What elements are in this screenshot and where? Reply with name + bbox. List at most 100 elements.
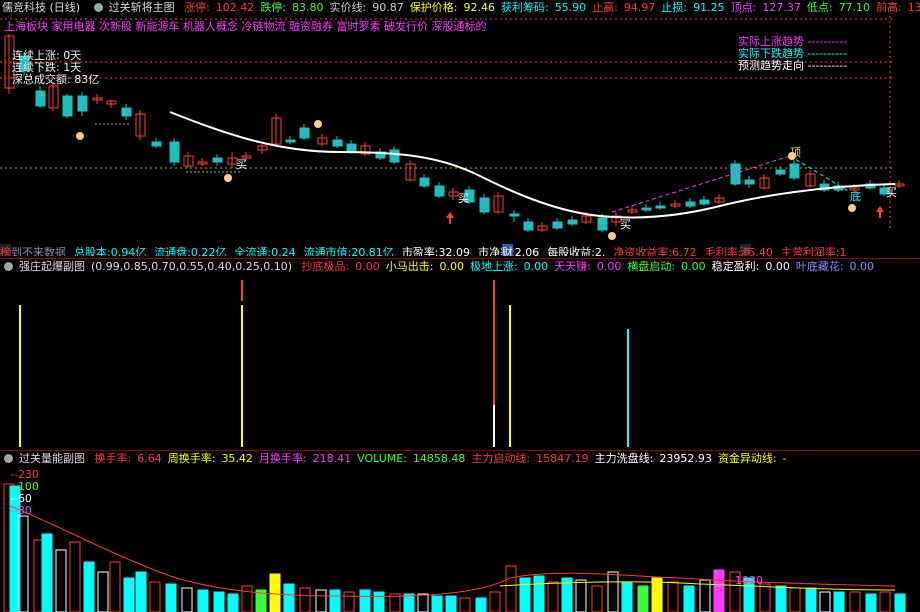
info-item: 总股本:0.94亿	[74, 246, 147, 256]
title-field-label: 顶点:	[730, 1, 757, 14]
volume-bar	[69, 541, 81, 612]
candle	[77, 95, 88, 112]
volume-bar	[489, 591, 501, 612]
sub1-field-value: 0.00	[681, 260, 706, 273]
up-arrow-icon	[876, 206, 884, 218]
title-fields: 涨停: 102.42 跌停: 83.80 实价线: 90.87 保护价格: 92.46 获利筹码…	[184, 1, 920, 14]
info-item: 全流通:0.24	[234, 246, 296, 256]
sub1-field-value: 0.00	[765, 260, 790, 273]
port-marker[interactable]: 港	[740, 244, 751, 256]
hand-pointer-icon	[224, 174, 232, 182]
candle	[121, 107, 132, 117]
candle	[509, 213, 520, 217]
buy-marker: 买	[458, 192, 469, 205]
legend-item: 预测趋势走向 ----------	[738, 59, 848, 72]
title-field-label: 止损:	[661, 1, 688, 14]
candle	[523, 221, 534, 231]
sub1-name[interactable]: 强庄起爆副图	[19, 260, 85, 273]
title-field-label: 低点:	[806, 1, 833, 14]
finance-marker[interactable]: 财	[502, 244, 513, 256]
volume-bar	[299, 587, 311, 612]
sub2-collapse-icon[interactable]	[4, 454, 13, 463]
title-field-value: 94.97	[623, 1, 656, 14]
trend-line	[169, 111, 896, 219]
support-line	[95, 123, 240, 173]
volume-bar	[519, 577, 531, 612]
title-field-value: 92.46	[463, 1, 495, 14]
sub1-field-label: 天天赚:	[554, 260, 591, 273]
candle	[434, 185, 445, 197]
volume-bar	[683, 585, 695, 612]
volume-bar	[879, 591, 891, 612]
sub2-canvas[interactable]	[0, 466, 920, 612]
title-field-value: 91.25	[693, 1, 725, 14]
volume-bar	[849, 591, 861, 612]
sub2-chart-panel[interactable]: --230 --100 --60 --30 1030	[0, 466, 920, 612]
info-item: 毛利率:25.40	[704, 246, 773, 256]
sub2-field-label: VOLUME:	[357, 452, 407, 465]
main-chart-panel[interactable]: 买买买买顶底 上海板块 家用电器 次新股 新能源车 机器人概念 冷链物流 融资融…	[0, 16, 920, 256]
sub2-fields: 换手率: 6.64 周换手率: 35.42 月换手率: 218.41 VOLUME: 1485…	[95, 452, 793, 465]
title-field-value: 55.90	[554, 1, 587, 14]
concepts-line: 上海板块 家用电器 次新股 新能源车 机器人概念 冷链物流 融资融券 富时罗素 …	[4, 20, 487, 33]
volume-bar	[227, 593, 239, 612]
volume-bar	[165, 583, 177, 612]
volume-bar	[475, 597, 487, 612]
title-field-label: 涨停:	[184, 1, 210, 14]
rank-marker[interactable]: 榜	[0, 244, 11, 256]
volume-bar	[621, 581, 633, 612]
info-item: 市盈率:32.09	[401, 246, 471, 256]
volume-bar	[575, 579, 587, 612]
sub1-canvas[interactable]	[0, 275, 920, 447]
title-field-value: 102.42	[215, 1, 255, 14]
candle	[552, 221, 563, 229]
candle	[655, 205, 666, 209]
volume-bar	[713, 569, 725, 612]
sub1-collapse-icon[interactable]	[4, 262, 13, 271]
volume-bar	[637, 585, 649, 612]
candle	[641, 207, 652, 211]
sub1-field-value: 0.00	[596, 260, 622, 273]
volume-bar	[269, 573, 281, 612]
sub1-field-label: 小马出击:	[385, 260, 434, 273]
title-field-label: 获利筹码:	[500, 1, 549, 14]
indicator-name[interactable]: 过关斩将主图	[109, 1, 175, 14]
title-field-label: 止赢:	[592, 1, 618, 14]
volume-bar	[197, 589, 209, 612]
sub2-field-label: 资金异动线:	[717, 452, 777, 465]
sub1-field-value: 0.00	[523, 260, 549, 273]
sub2-field-value: 35.42	[221, 452, 253, 465]
candle	[299, 127, 310, 139]
hand-pointer-icon	[848, 204, 856, 212]
title-field-value: 132.64	[907, 1, 920, 14]
candle	[346, 143, 357, 153]
volume-bar	[123, 577, 135, 612]
sub1-field-label: 极地上涨:	[469, 260, 518, 273]
title-field-label: 实价线:	[329, 1, 367, 14]
candle	[789, 163, 800, 179]
volume-bar	[417, 593, 429, 612]
sub2-field-label: 周换手率:	[167, 452, 216, 465]
volume-bar	[359, 589, 371, 612]
title-field-label: 保护价格:	[409, 1, 458, 14]
volume-bar	[789, 587, 801, 612]
volume-bar	[445, 595, 457, 612]
sub1-header: 强庄起爆副图 (0.99,0.85,0.70,0.55,0.40,0.25,0.1…	[0, 258, 920, 275]
sub2-field-value: 6.64	[137, 452, 162, 465]
volume-bar	[533, 575, 545, 612]
sub1-field-value: 0.00	[439, 260, 464, 273]
title-field-value: 90.87	[372, 1, 404, 14]
title-field-value: 77.10	[838, 1, 871, 14]
candle	[479, 197, 490, 213]
collapse-toggle-icon[interactable]	[93, 3, 103, 12]
sub2-name[interactable]: 过关量能副图	[19, 452, 85, 465]
volume-bar	[651, 577, 663, 612]
sub1-chart-panel[interactable]	[0, 275, 920, 447]
title-field-value: 83.80	[292, 1, 324, 14]
info-item: 每股收益:2.	[547, 246, 606, 256]
volume-bar	[865, 593, 877, 612]
candle	[332, 139, 343, 147]
volume-bar	[97, 571, 109, 612]
volume-bar	[241, 585, 253, 612]
volume-bar	[213, 591, 225, 612]
